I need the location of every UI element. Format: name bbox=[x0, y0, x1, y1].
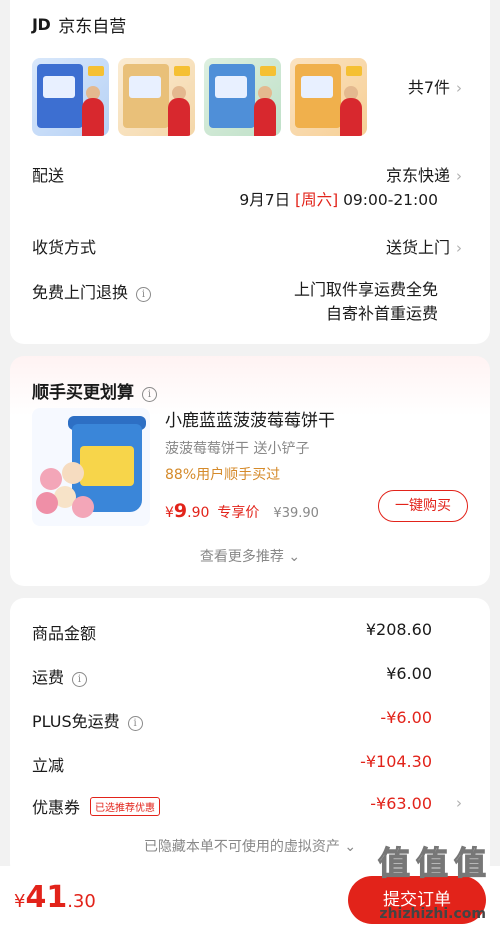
product-thumbnail[interactable] bbox=[118, 58, 195, 136]
total-symbol: ¥ bbox=[14, 891, 26, 912]
chevron-right-icon[interactable]: › bbox=[456, 794, 462, 812]
bucket-label bbox=[80, 446, 134, 486]
more-recommend-link[interactable]: 查看更多推荐 ⌄ bbox=[10, 546, 490, 566]
package-image bbox=[123, 64, 169, 128]
receive-label: 收货方式 bbox=[32, 238, 97, 257]
cookie bbox=[62, 462, 84, 484]
spokesperson-image bbox=[82, 98, 104, 136]
info-icon[interactable]: i bbox=[142, 387, 157, 402]
return-service: 免费上门退换 i bbox=[32, 279, 152, 303]
chevron-right-icon: › bbox=[456, 79, 462, 97]
price-original: ¥39.90 bbox=[273, 506, 319, 521]
return-line-1: 上门取件享运费全免 bbox=[293, 280, 438, 299]
recommend-product-sub: 菠菠莓莓饼干 送小铲子 bbox=[165, 441, 310, 457]
recommend-price: ¥9.90 bbox=[165, 500, 209, 522]
goods-amount-label: 商品金额 bbox=[32, 624, 97, 643]
product-thumbnail[interactable] bbox=[32, 58, 109, 136]
spokesperson-image bbox=[254, 98, 276, 136]
jd-logo: JD bbox=[32, 15, 51, 34]
shop-header: JD 京东自营 bbox=[32, 12, 126, 37]
info-icon[interactable]: i bbox=[127, 716, 143, 731]
coupon-label: 优惠券 bbox=[32, 798, 81, 817]
package-image bbox=[37, 64, 83, 128]
shop-name: 京东自营 bbox=[58, 17, 127, 37]
goods-amount-value: ¥208.60 bbox=[365, 620, 432, 639]
spokesperson-image bbox=[340, 98, 362, 136]
chevron-right-icon: › bbox=[456, 239, 462, 257]
recommend-title: 顺手买更划算 bbox=[32, 383, 134, 403]
package-image bbox=[295, 64, 341, 128]
recommend-card: 顺手买更划算 i 小鹿蓝蓝菠菠莓莓饼干 菠菠莓莓饼干 送小铲子 88%用户顺手买过… bbox=[10, 356, 490, 586]
delivery-label: 配送 bbox=[32, 166, 65, 185]
delivery-value: 京东快递 bbox=[385, 166, 450, 185]
discount-value: -¥104.30 bbox=[360, 752, 432, 771]
price-int: 9 bbox=[173, 500, 188, 522]
freight-label: 运费 bbox=[32, 668, 65, 687]
cookie bbox=[72, 496, 94, 518]
hidden-assets-note: 已隐藏本单不可使用的虚拟资产 bbox=[143, 839, 340, 855]
price-dec: .90 bbox=[187, 505, 210, 521]
product-thumbnail[interactable] bbox=[290, 58, 367, 136]
recommend-product-name[interactable]: 小鹿蓝蓝菠菠莓莓饼干 bbox=[165, 406, 335, 431]
price-symbol: ¥ bbox=[165, 505, 174, 521]
return-policy: 上门取件享运费全免 自寄补首重运费 bbox=[294, 278, 438, 326]
items-count-link[interactable]: 共7件 › bbox=[408, 74, 462, 98]
recommend-title-row: 顺手买更划算 i bbox=[32, 378, 157, 403]
watermark-url: zhizhizhi.com bbox=[379, 906, 486, 922]
product-thumbnails[interactable] bbox=[32, 58, 367, 136]
checkout-bar: ¥41.30 提交订单 bbox=[0, 866, 500, 938]
order-info-card: JD 京东自营 共7件 › 配送 京东快递 › 9月7日 [周六] 09:00-… bbox=[10, 0, 490, 344]
freight-value: ¥6.00 bbox=[386, 664, 432, 683]
total-dec: .30 bbox=[67, 891, 96, 912]
one-click-buy-button[interactable]: 一键购买 bbox=[378, 490, 468, 522]
spokesperson-image bbox=[168, 98, 190, 136]
plus-freight-value: -¥6.00 bbox=[380, 708, 432, 727]
total-price: ¥41.30 bbox=[14, 880, 96, 915]
delivery-time: 09:00-21:00 bbox=[343, 191, 438, 209]
chevron-down-icon: ⌄ bbox=[288, 549, 301, 565]
items-count: 共7件 bbox=[407, 78, 450, 97]
receive-method[interactable]: 送货上门 › bbox=[386, 234, 462, 258]
plus-freight-label: PLUS免运费 bbox=[32, 712, 120, 731]
hidden-assets-toggle[interactable]: 已隐藏本单不可使用的虚拟资产 ⌄ bbox=[10, 836, 490, 856]
promo-badge bbox=[346, 66, 362, 76]
price-tag: 专享价 bbox=[217, 505, 260, 521]
coupon-row[interactable]: 优惠券 已选推荐优惠 bbox=[32, 794, 161, 818]
plus-freight-row: PLUS免运费 i bbox=[32, 708, 143, 732]
info-icon[interactable]: i bbox=[136, 287, 152, 302]
price-summary-card: 商品金额 ¥208.60 运费 i ¥6.00 PLUS免运费 i -¥6.00 立… bbox=[10, 598, 490, 878]
more-recommend-text: 查看更多推荐 bbox=[199, 549, 284, 565]
recommend-price-row: ¥9.90 专享价 ¥39.90 bbox=[165, 500, 319, 522]
promo-badge bbox=[260, 66, 276, 76]
package-image bbox=[209, 64, 255, 128]
recommend-bought-rate: 88%用户顺手买过 bbox=[165, 467, 281, 483]
promo-badge bbox=[174, 66, 190, 76]
return-label: 免费上门退换 bbox=[32, 283, 129, 302]
chevron-down-icon: ⌄ bbox=[344, 839, 357, 855]
chevron-right-icon: › bbox=[456, 167, 462, 185]
promo-badge bbox=[88, 66, 104, 76]
cookie bbox=[36, 492, 58, 514]
delivery-schedule[interactable]: 9月7日 [周六] 09:00-21:00 bbox=[239, 188, 438, 210]
return-line-2: 自寄补首重运费 bbox=[325, 304, 438, 323]
freight-row: 运费 i bbox=[32, 664, 88, 688]
delivery-day: [周六] bbox=[295, 191, 339, 209]
recommend-product-image[interactable] bbox=[32, 408, 150, 526]
delivery-method[interactable]: 京东快递 › bbox=[386, 162, 462, 186]
info-icon[interactable]: i bbox=[72, 672, 88, 687]
delivery-date: 9月7日 bbox=[239, 191, 291, 209]
receive-value: 送货上门 bbox=[385, 238, 450, 257]
product-thumbnail[interactable] bbox=[204, 58, 281, 136]
coupon-value[interactable]: -¥63.00 bbox=[370, 794, 432, 813]
discount-label: 立减 bbox=[32, 756, 65, 775]
total-int: 41 bbox=[25, 880, 68, 915]
coupon-badge: 已选推荐优惠 bbox=[90, 797, 161, 816]
